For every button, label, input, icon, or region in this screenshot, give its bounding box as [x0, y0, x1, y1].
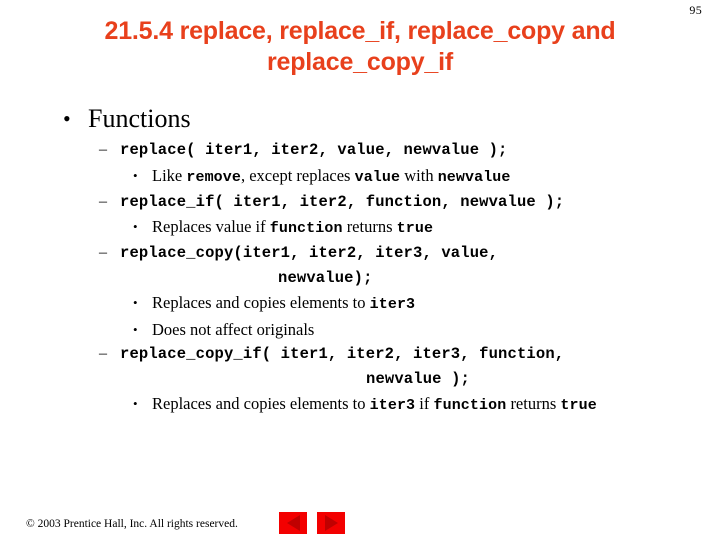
function-note: • Replaces and copies elements to iter3 i…	[0, 391, 720, 418]
slide-canvas: 95 21.5.4 replace, replace_if, replace_c…	[0, 0, 720, 540]
note-text: returns	[342, 217, 397, 236]
function-note: • Replaces and copies elements to iter3	[0, 290, 720, 317]
section-heading-label: Functions	[88, 104, 191, 133]
inline-code: function	[269, 220, 343, 237]
bullet-icon: •	[63, 106, 71, 131]
title-line-1: 21.5.4 replace, replace_if, replace_copy…	[104, 17, 616, 45]
function-note: • Like remove, except replaces value with…	[0, 163, 720, 190]
note-text: with	[400, 165, 438, 185]
slide-navigation	[279, 512, 345, 534]
inline-code: value	[354, 168, 401, 186]
subbullet-icon: •	[133, 167, 138, 183]
dash-bullet-icon: –	[99, 192, 108, 210]
note-text: if	[415, 394, 434, 413]
function-note: • Does not affect originals	[0, 317, 720, 342]
function-signature-text: replace_if( iter1, iter2, function, newv…	[120, 192, 565, 211]
function-signature-text: replace_copy(iter1, iter2, iter3, value,	[120, 244, 499, 262]
note-text: returns	[506, 394, 561, 413]
function-signature-continuation: newvalue);	[278, 268, 373, 287]
dash-bullet-icon: –	[99, 141, 108, 158]
subbullet-icon: •	[133, 322, 138, 337]
function-note: • Replaces value if function returns true	[0, 214, 720, 241]
page-number: 95	[689, 3, 702, 17]
note-text: Does not affect originals	[152, 320, 315, 339]
function-list: – replace( iter1, iter2, value, newvalue …	[0, 138, 720, 418]
note-text: Replaces and copies elements to	[152, 293, 370, 312]
function-signature: – replace_copy(iter1, iter2, iter3, value…	[0, 241, 720, 266]
function-signature-text: replace( iter1, iter2, value, newvalue )…	[120, 141, 508, 159]
dash-bullet-icon: –	[99, 244, 108, 261]
title-line-2: replace_copy_if	[267, 48, 453, 76]
inline-code: true	[560, 397, 597, 414]
function-signature-continuation: newvalue );	[366, 369, 470, 388]
copyright-notice: © 2003 Prentice Hall, Inc. All rights re…	[26, 518, 238, 530]
triangle-left-icon	[286, 515, 300, 531]
note-text: Like	[152, 165, 187, 185]
subbullet-icon: •	[133, 295, 138, 310]
subbullet-icon: •	[133, 396, 138, 411]
note-text: Replaces and copies elements to	[152, 394, 370, 413]
inline-code: function	[433, 397, 507, 414]
inline-code: iter3	[369, 296, 416, 313]
inline-code: remove	[186, 168, 241, 186]
inline-code: true	[396, 220, 434, 237]
previous-slide-button[interactable]	[279, 512, 307, 534]
next-slide-button[interactable]	[317, 512, 345, 534]
function-signature: – replace_if( iter1, iter2, function, new…	[0, 190, 720, 215]
note-text: Replaces value if	[152, 217, 270, 236]
slide-title: 21.5.4 replace, replace_if, replace_copy…	[60, 16, 660, 78]
dash-bullet-icon: –	[99, 345, 108, 362]
inline-code: newvalue	[437, 168, 511, 186]
note-text: , except replaces	[240, 165, 355, 185]
function-signature: – replace_copy_if( iter1, iter2, iter3, f…	[0, 342, 720, 367]
subbullet-icon: •	[133, 219, 138, 234]
function-signature: – replace( iter1, iter2, value, newvalue …	[0, 138, 720, 163]
section-heading: • Functions	[0, 104, 720, 134]
triangle-right-icon	[324, 515, 338, 531]
inline-code: iter3	[369, 397, 416, 414]
slide-body: • Functions – replace( iter1, iter2, valu…	[0, 104, 720, 418]
function-signature-text: replace_copy_if( iter1, iter2, iter3, fu…	[120, 345, 565, 363]
